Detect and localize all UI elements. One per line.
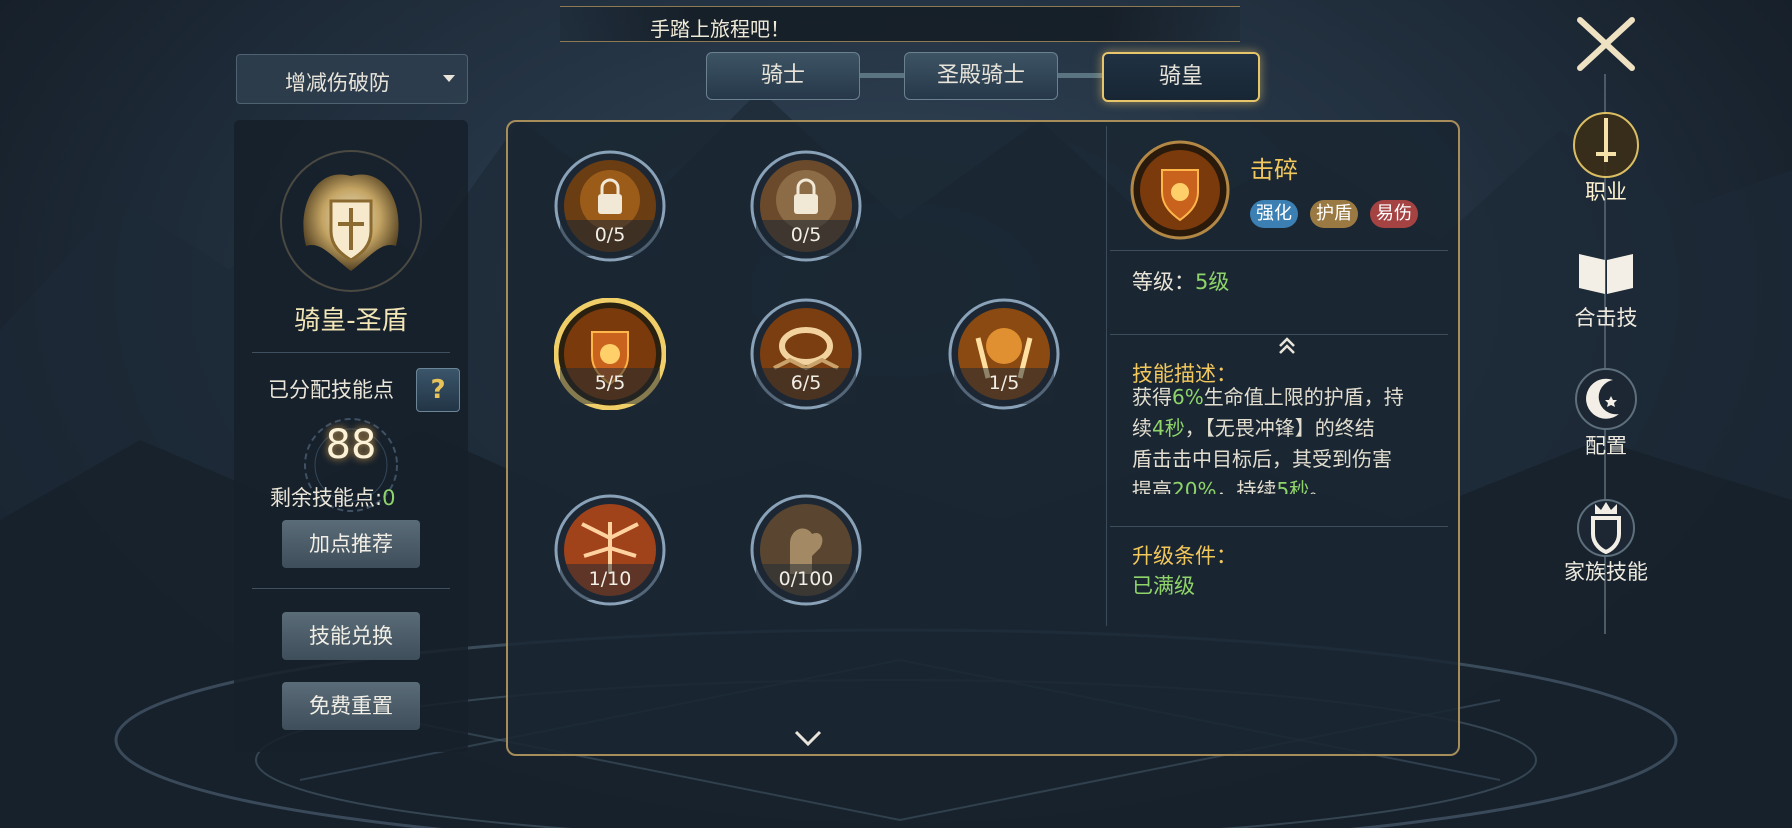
skill-count: 0/5	[790, 224, 822, 246]
skill-count: 1/5	[988, 372, 1020, 394]
skill-count: 5/5	[594, 372, 626, 394]
skill-node[interactable]: 1/5	[948, 298, 1060, 410]
description-segment: ，【无畏冲锋】的终结	[1184, 416, 1375, 440]
shatter-skill-icon	[1130, 140, 1230, 240]
nav-label: 配置	[1585, 434, 1627, 458]
description-segment: 生命值上限的护盾，持	[1203, 385, 1404, 409]
banner-text: 手踏上旅程吧！	[650, 17, 790, 41]
skill-count: 0/5	[594, 224, 626, 246]
book-icon	[1579, 254, 1633, 294]
class-name: 骑皇-圣盾	[294, 306, 408, 336]
tab-connector	[1056, 73, 1104, 78]
description-highlight: 5秒	[1276, 478, 1310, 494]
description-segment: ，持续	[1216, 478, 1277, 494]
upgrade-title: 升级条件：	[1132, 544, 1237, 568]
description-segment: 获得	[1132, 385, 1172, 409]
tab-templar[interactable]: 圣殿骑士	[904, 52, 1058, 100]
nav-item-class[interactable]: 职业	[1556, 110, 1656, 206]
nav-item-combo-skill[interactable]: 合击技	[1556, 236, 1656, 332]
tab-connector	[858, 73, 906, 78]
description-segment: 提高	[1132, 478, 1172, 494]
detail-separator	[1106, 126, 1107, 626]
class-info-panel: 骑皇-圣盾 已分配技能点 ? 88 剩余技能点:0 加点推荐 技能兑换 免费重置	[234, 120, 468, 752]
skill-node[interactable]: 0/5	[750, 150, 862, 262]
tag-enhance: 强化	[1250, 200, 1298, 228]
skill-node[interactable]: 1/10	[554, 494, 666, 606]
skill-node[interactable]: 0/5	[554, 150, 666, 262]
sword-icon	[1573, 112, 1639, 178]
nav-item-config[interactable]: 配置	[1556, 364, 1656, 460]
skill-level-value: 5级	[1195, 270, 1230, 294]
skill-level-label: 等级：	[1132, 270, 1195, 294]
remaining-points-label: 剩余技能点:	[270, 486, 383, 510]
description-highlight: 6%	[1172, 385, 1204, 409]
recommend-button[interactable]: 加点推荐	[282, 520, 420, 568]
upgrade-value: 已满级	[1132, 574, 1195, 598]
allocated-points-label: 已分配技能点	[268, 378, 394, 402]
description-line: 获得6%生命值上限的护盾，持	[1132, 382, 1444, 413]
skill-node[interactable]: 6/5	[750, 298, 862, 410]
description-text: 获得6%生命值上限的护盾，持 续4秒，【无畏冲锋】的终结 盾击击中目标后，其受到…	[1132, 382, 1444, 494]
skill-node-selected[interactable]: 5/5	[554, 298, 666, 410]
tag-shield: 护盾	[1310, 200, 1358, 228]
skill-level: 等级：5级	[1132, 266, 1229, 296]
skill-count: 0/100	[778, 568, 834, 590]
chevron-up-icon[interactable]	[1276, 334, 1298, 356]
skill-title: 击碎	[1250, 156, 1298, 184]
allocated-points-value: 88	[325, 422, 377, 468]
remaining-points-value: 0	[382, 486, 396, 510]
caret-down-icon	[443, 75, 455, 82]
description-segment: 续	[1132, 416, 1152, 440]
skill-exchange-button[interactable]: 技能兑换	[282, 612, 420, 660]
help-button[interactable]: ?	[416, 368, 460, 412]
filter-label: 增减伤破防	[285, 71, 390, 95]
nav-label: 家族技能	[1564, 560, 1648, 584]
description-line: 续4秒，【无畏冲锋】的终结	[1132, 413, 1444, 444]
free-reset-button[interactable]: 免费重置	[282, 682, 420, 730]
shield-wings-emblem-icon	[280, 150, 422, 292]
remaining-points: 剩余技能点:0	[270, 482, 395, 512]
description-highlight: 20%	[1172, 478, 1217, 494]
skill-count: 1/10	[588, 568, 632, 590]
description-segment: 。	[1309, 478, 1330, 494]
divider	[1110, 526, 1448, 527]
description-highlight: 4秒	[1152, 416, 1185, 440]
divider	[252, 352, 450, 353]
divider	[1110, 250, 1448, 251]
description-line: 盾击击中目标后，其受到伤害	[1132, 447, 1392, 471]
nav-item-family-skill[interactable]: 家族技能	[1556, 490, 1656, 586]
skill-node[interactable]: 0/100	[750, 494, 862, 606]
divider	[252, 588, 450, 589]
skill-count: 6/5	[790, 372, 822, 394]
tag-vulnerable: 易伤	[1370, 200, 1418, 228]
close-icon[interactable]	[1572, 12, 1640, 76]
chevron-down-icon[interactable]	[792, 728, 824, 748]
game-screen: 手踏上旅程吧！ 骑士 圣殿骑士 骑皇 增减伤破防 骑皇-圣盾 已分配技能点 ? …	[0, 0, 1792, 828]
moon-star-icon	[1575, 368, 1637, 430]
family-crest-icon	[1577, 499, 1635, 557]
tab-knight[interactable]: 骑士	[706, 52, 860, 100]
nav-label: 合击技	[1574, 306, 1638, 330]
nav-label: 职业	[1585, 180, 1627, 204]
tab-knight-emperor[interactable]: 骑皇	[1102, 52, 1260, 102]
top-banner: 手踏上旅程吧！	[560, 6, 1240, 42]
description-line: 提高20%，持续5秒。	[1132, 475, 1444, 494]
filter-dropdown[interactable]: 增减伤破防	[236, 54, 468, 104]
